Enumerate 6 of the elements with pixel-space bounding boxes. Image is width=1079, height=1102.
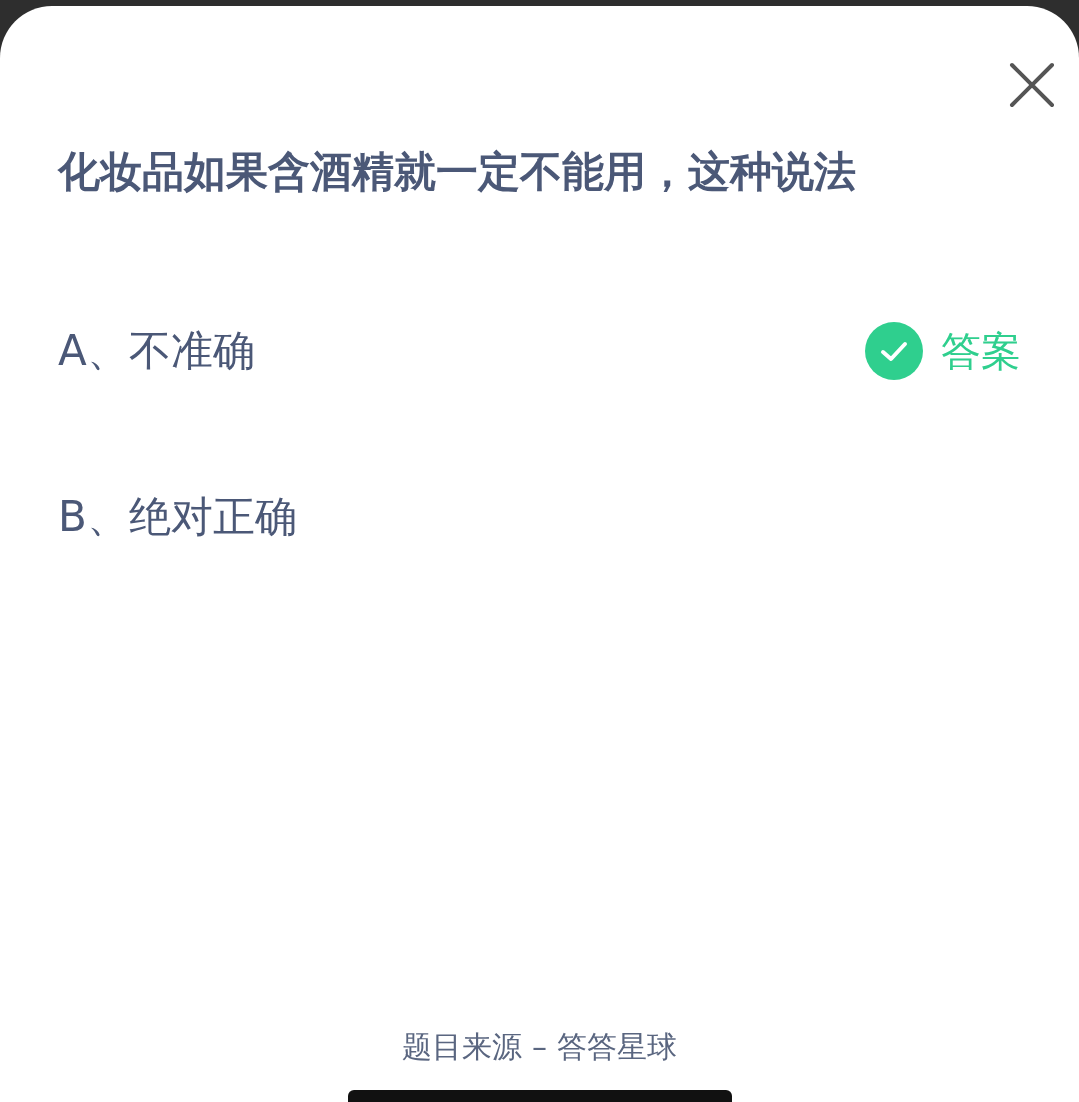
- option-text[interactable]: A、不准确: [58, 323, 865, 379]
- question-text: 化妆品如果含酒精就一定不能用，这种说法: [58, 146, 857, 198]
- answer-label: 答案: [941, 326, 1021, 376]
- option-text[interactable]: B、绝对正确: [58, 489, 1021, 545]
- close-icon[interactable]: [1009, 62, 1055, 108]
- source-text: 题目来源 – 答答星球: [402, 1028, 677, 1066]
